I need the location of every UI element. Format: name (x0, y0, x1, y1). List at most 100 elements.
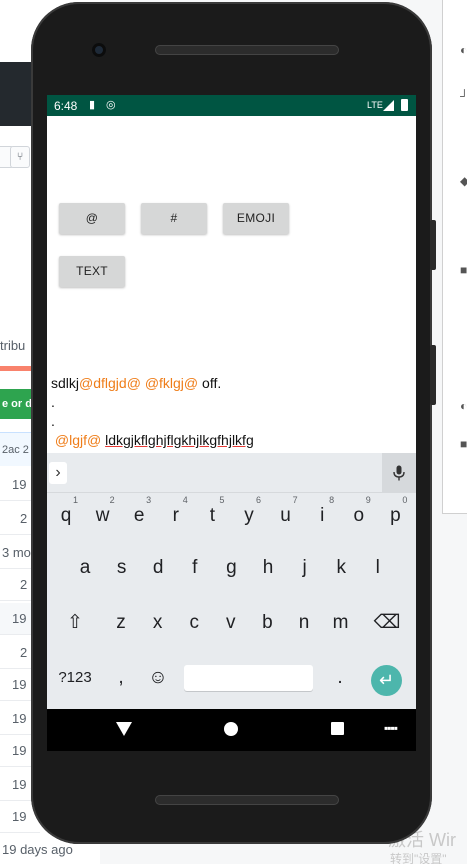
key-hint: 4 (182, 495, 188, 505)
background-tab-text: tribu (0, 338, 26, 353)
editor-line[interactable]: . (51, 393, 413, 412)
phone-volume-button (430, 220, 436, 270)
period-key[interactable]: . (323, 658, 357, 698)
status-time: 6:48 (54, 99, 78, 113)
key-h[interactable]: h (251, 548, 285, 588)
phone-speaker (155, 795, 339, 805)
key-label: c (189, 612, 199, 633)
key-m[interactable]: m (324, 603, 358, 643)
key-label: s (116, 557, 127, 578)
windows-activation-subtext: 转到"设置" (390, 852, 447, 864)
key-j[interactable]: j (288, 548, 322, 588)
navigation-bar: ▪▪▪▪ (47, 709, 416, 751)
background-panel-icon: ┘ (460, 89, 467, 103)
status-bar: 6:48 ▮ ◎ LTE (47, 95, 416, 116)
key-z[interactable]: z (104, 603, 138, 643)
suggestion-strip: › (47, 453, 416, 493)
key-x[interactable]: x (141, 603, 175, 643)
key-hint: 7 (292, 495, 298, 505)
home-icon[interactable] (224, 722, 238, 736)
backspace-key[interactable]: ⌫ (369, 603, 405, 643)
key-label: o (353, 505, 365, 526)
enter-key[interactable]: ↵ (371, 665, 402, 696)
space-key[interactable] (184, 665, 313, 691)
key-a[interactable]: a (68, 548, 102, 588)
key-u[interactable]: u7 (269, 495, 303, 536)
key-label: a (79, 557, 91, 578)
key-y[interactable]: y6 (232, 495, 266, 536)
editor-text: off. (198, 375, 222, 391)
key-label: g (226, 557, 237, 578)
key-label: w (95, 505, 110, 526)
key-i[interactable]: i8 (305, 495, 339, 536)
editor-text: sdlkj (51, 375, 80, 391)
misspelled-word: ldkgjkflghjflgkhjlkgfhjlkfg (105, 432, 254, 448)
key-n[interactable]: n (287, 603, 321, 643)
key-label: b (262, 612, 273, 633)
key-g[interactable]: g (214, 548, 248, 588)
key-f[interactable]: f (178, 548, 212, 588)
sync-icon: ◎ (106, 99, 116, 111)
microphone-icon[interactable] (382, 453, 416, 493)
key-label: z (116, 612, 126, 633)
key-q[interactable]: q1 (49, 495, 83, 536)
back-icon[interactable] (116, 722, 132, 736)
editor-line[interactable]: . (51, 412, 413, 431)
rich-text-editor[interactable]: sdlkj@dflgjd@ @fklgj@ off... @lgjf@ ldkg… (51, 374, 413, 450)
key-o[interactable]: o9 (342, 495, 376, 536)
chevron-right-icon[interactable]: › (49, 462, 67, 484)
key-b[interactable]: b (250, 603, 284, 643)
key-label: i (320, 505, 325, 526)
editor-text: . (51, 413, 55, 429)
phone-screen: 6:48 ▮ ◎ LTE @ # EMOJI TEXT sdlkj@dflgjd… (47, 95, 416, 751)
symbols-key[interactable]: ?123 (53, 658, 97, 698)
microphone-glyph (393, 465, 405, 481)
key-label: j (302, 557, 307, 578)
editor-line[interactable]: sdlkj@dflgjd@ @fklgj@ off. (51, 374, 413, 393)
key-r[interactable]: r4 (159, 495, 193, 536)
key-k[interactable]: k (324, 548, 358, 588)
editor-line[interactable]: @lgjf@ ldkgjkflghjflgkhjlkgfhjlkfg (51, 431, 413, 450)
insert-emoji-button[interactable]: EMOJI (223, 203, 289, 234)
background-panel-icon: ◐ (460, 399, 467, 413)
mention-tag: @fklgj@ (144, 375, 199, 391)
signal-icon (383, 100, 394, 111)
key-label: k (336, 557, 346, 578)
key-label: v (226, 612, 236, 633)
key-s[interactable]: s (105, 548, 139, 588)
insert-hash-button[interactable]: # (141, 203, 207, 234)
key-hint: 6 (255, 495, 261, 505)
key-l[interactable]: l (361, 548, 395, 588)
key-hint: 8 (329, 495, 335, 505)
recents-icon[interactable] (331, 722, 344, 735)
key-label: r (172, 505, 179, 526)
key-label: n (298, 612, 310, 633)
mention-tag: @lgjf@ (54, 432, 102, 448)
key-hint: 3 (146, 495, 152, 505)
keyboard-switch-icon[interactable]: ▪▪▪▪ (384, 721, 398, 735)
key-c[interactable]: c (177, 603, 211, 643)
background-panel-icon: ■ (460, 263, 467, 277)
key-label: f (192, 557, 198, 578)
battery-icon (401, 99, 408, 111)
background-branch-button: ⑂ (10, 146, 30, 168)
shift-key[interactable]: ⇧ (58, 603, 92, 643)
editor-text: . (51, 394, 55, 410)
key-label: y (244, 505, 254, 526)
insert-text-button[interactable]: TEXT (59, 256, 125, 287)
key-t[interactable]: t5 (195, 495, 229, 536)
key-e[interactable]: e3 (122, 495, 156, 536)
key-d[interactable]: d (141, 548, 175, 588)
key-label: l (375, 557, 380, 578)
insert-at-button[interactable]: @ (59, 203, 125, 234)
emoji-icon[interactable]: ☺ (141, 658, 175, 698)
key-p[interactable]: p0 (378, 495, 412, 536)
comma-key[interactable]: , (104, 658, 138, 698)
phone-power-button (430, 345, 436, 405)
key-label: q (60, 505, 72, 526)
background-panel-icon: ◆ (460, 174, 467, 188)
key-hint: 5 (219, 495, 225, 505)
key-w[interactable]: w2 (86, 495, 120, 536)
desktop-background: ⑂ tribu e or do 2ac 2 19 2 3 mo 2 19 2 1… (0, 0, 467, 864)
key-v[interactable]: v (214, 603, 248, 643)
